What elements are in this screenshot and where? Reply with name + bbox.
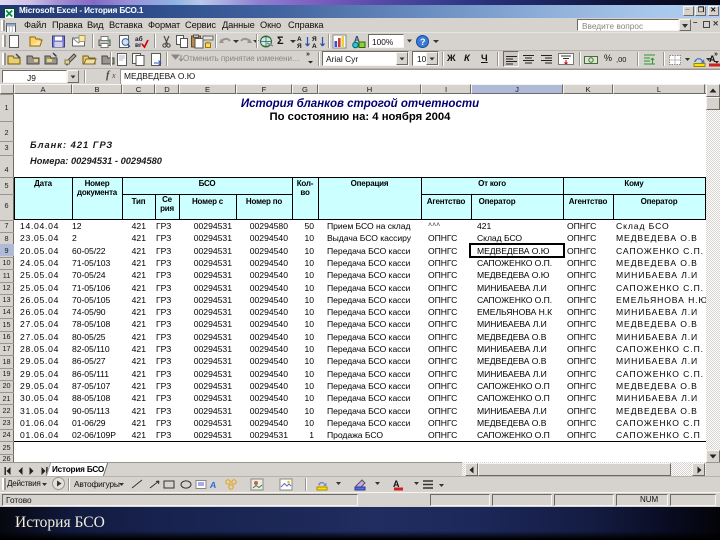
- svg-text:Я: Я: [312, 36, 317, 43]
- svg-text:?: ?: [420, 37, 426, 47]
- svg-text:A: A: [209, 480, 217, 490]
- svg-text:А: А: [312, 43, 317, 49]
- svg-text:Я: Я: [297, 43, 302, 49]
- svg-text:А: А: [354, 35, 360, 44]
- svg-text:вг: вг: [135, 42, 142, 49]
- svg-text:А: А: [297, 36, 302, 43]
- svg-text:,00: ,00: [616, 55, 626, 64]
